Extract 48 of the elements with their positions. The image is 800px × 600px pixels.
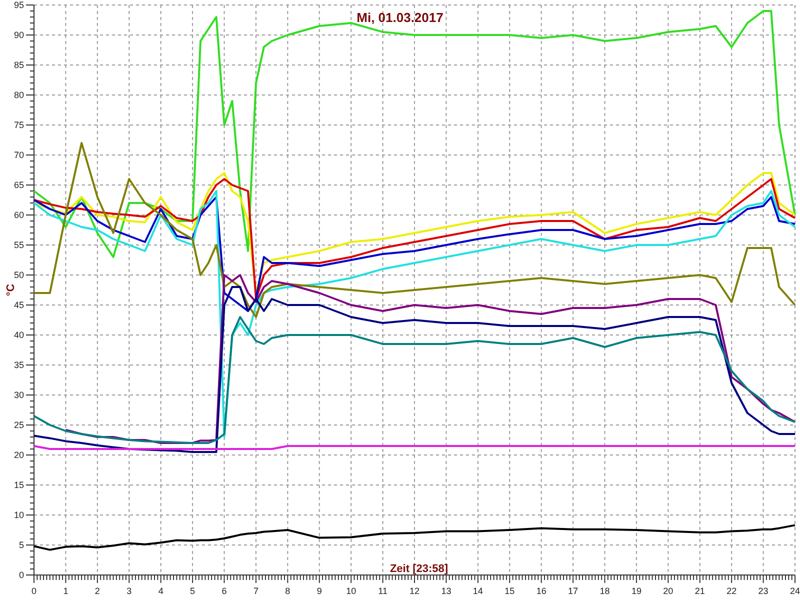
y-tick-label: 50 [14, 270, 24, 280]
y-tick-label: 15 [14, 480, 24, 490]
y-tick-label: 90 [14, 30, 24, 40]
y-tick-label: 45 [14, 300, 24, 310]
x-tick-label: 15 [504, 586, 515, 596]
x-tick-label: 14 [472, 586, 483, 596]
y-tick-label: 75 [14, 120, 24, 130]
y-tick-label: 5 [18, 540, 24, 550]
y-tick-label: 80 [14, 90, 24, 100]
x-tick-label: 8 [285, 586, 290, 596]
x-tick-label: 1 [63, 586, 68, 596]
y-tick-label: 10 [14, 510, 24, 520]
y-tick-label: 30 [14, 390, 24, 400]
chart-title: Mi, 01.03.2017 [356, 10, 444, 25]
x-tick-label: 9 [316, 586, 322, 596]
y-tick-label: 55 [14, 240, 24, 250]
x-tick-label: 13 [441, 586, 452, 596]
x-tick-label: 3 [126, 586, 132, 596]
x-tick-label: 4 [158, 586, 164, 596]
x-tick-label: 7 [253, 586, 258, 596]
x-tick-label: 21 [694, 586, 705, 596]
x-tick-label: 5 [190, 586, 196, 596]
y-tick-label: 20 [14, 450, 24, 460]
x-tick-label: 11 [378, 586, 388, 596]
x-tick-label: 6 [222, 586, 227, 596]
y-tick-label: 70 [14, 150, 24, 160]
y-tick-label: 95 [14, 0, 24, 10]
x-tick-label: 2 [94, 586, 100, 596]
y-tick-label: 25 [14, 420, 24, 430]
y-axis-title: °C [5, 284, 17, 296]
y-tick-label: 65 [14, 180, 24, 190]
y-tick-label: 40 [14, 330, 24, 340]
y-tick-label: 35 [14, 360, 24, 370]
y-tick-label: 85 [14, 60, 24, 70]
x-tick-label: 19 [631, 586, 642, 596]
y-tick-label: 60 [14, 210, 24, 220]
x-tick-label: 24 [790, 586, 800, 596]
x-tick-label: 20 [663, 586, 674, 596]
x-tick-label: 16 [536, 586, 546, 596]
x-tick-label: 10 [346, 586, 356, 596]
x-axis-title: Zeit [23:58] [390, 563, 448, 575]
x-tick-label: 18 [600, 586, 610, 596]
x-tick-label: 22 [726, 586, 737, 596]
y-tick-label: 0 [18, 570, 24, 580]
x-tick-label: 12 [410, 586, 420, 596]
x-tick-label: 23 [758, 586, 768, 596]
x-tick-label: 0 [32, 586, 36, 596]
x-tick-label: 17 [568, 586, 578, 596]
